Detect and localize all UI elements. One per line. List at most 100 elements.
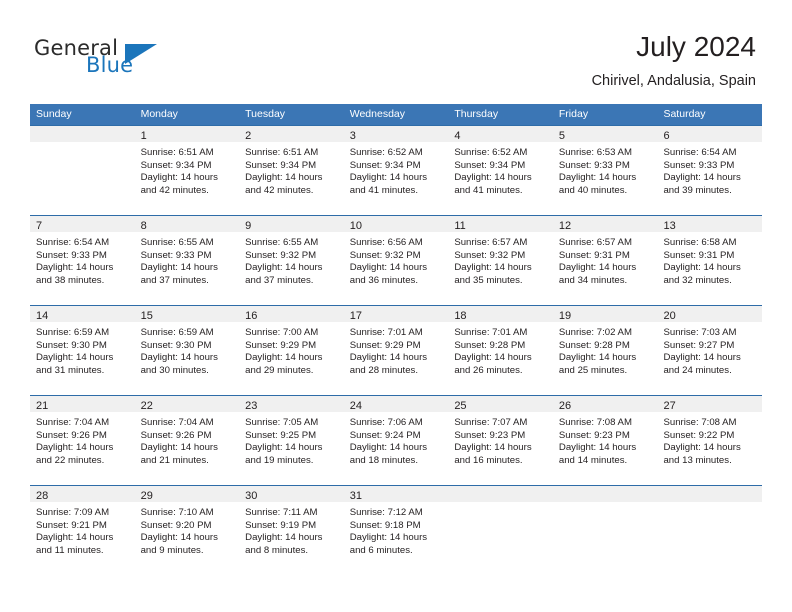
day-cell[interactable]: 14 Sunrise: 6:59 AM Sunset: 9:30 PM Dayl… <box>30 306 135 395</box>
day-number-band: 8 <box>134 216 240 232</box>
daylight-line-2: and 26 minutes. <box>454 364 523 376</box>
sunset-line: Sunset: 9:34 PM <box>349 159 421 171</box>
day-info: Sunrise: 7:02 AM Sunset: 9:28 PM Dayligh… <box>553 322 658 377</box>
day-cell[interactable]: 1 Sunrise: 6:51 AM Sunset: 9:34 PM Dayli… <box>134 126 240 215</box>
day-number-band: 9 <box>239 216 344 232</box>
day-cell[interactable]: 25 Sunrise: 7:07 AM Sunset: 9:23 PM Dayl… <box>448 396 553 485</box>
day-number-band: 22 <box>134 396 240 412</box>
day-number: 13 <box>663 220 676 232</box>
day-number-band: 21 <box>30 396 135 412</box>
day-info: Sunrise: 6:54 AM Sunset: 9:33 PM Dayligh… <box>30 232 135 287</box>
day-cell[interactable]: 2 Sunrise: 6:51 AM Sunset: 9:34 PM Dayli… <box>239 126 344 215</box>
day-cell[interactable]: 5 Sunrise: 6:53 AM Sunset: 9:33 PM Dayli… <box>552 126 658 215</box>
day-cell[interactable]: 29 Sunrise: 7:10 AM Sunset: 9:20 PM Dayl… <box>134 486 240 575</box>
day-cell[interactable]: 10 Sunrise: 6:56 AM Sunset: 9:32 PM Dayl… <box>343 216 449 305</box>
sunrise-line: Sunrise: 7:01 AM <box>349 327 423 338</box>
day-cell[interactable]: 26 Sunrise: 7:08 AM Sunset: 9:23 PM Dayl… <box>552 396 658 485</box>
day-cell[interactable]: 20 Sunrise: 7:03 AM Sunset: 9:27 PM Dayl… <box>657 306 763 395</box>
sunrise-line: Sunrise: 6:51 AM <box>140 147 214 158</box>
day-number: 28 <box>36 490 49 502</box>
sunrise-line: Sunrise: 6:52 AM <box>454 147 528 158</box>
day-cell[interactable]: 24 Sunrise: 7:06 AM Sunset: 9:24 PM Dayl… <box>343 396 449 485</box>
daylight-line-1: Daylight: 14 hours <box>245 262 323 274</box>
day-info: Sunrise: 7:00 AM Sunset: 9:29 PM Dayligh… <box>239 322 344 377</box>
daylight-line-1: Daylight: 14 hours <box>245 532 323 544</box>
day-cell[interactable]: 12 Sunrise: 6:57 AM Sunset: 9:31 PM Dayl… <box>552 216 658 305</box>
day-info: Sunrise: 6:58 AM Sunset: 9:31 PM Dayligh… <box>657 232 762 287</box>
daylight-line-1: Daylight: 14 hours <box>245 172 323 184</box>
day-cell[interactable] <box>448 486 553 575</box>
day-number: 16 <box>245 310 258 322</box>
daylight-line-1: Daylight: 14 hours <box>140 352 218 364</box>
day-info: Sunrise: 6:59 AM Sunset: 9:30 PM Dayligh… <box>30 322 135 377</box>
daylight-line-2: and 32 minutes. <box>663 274 732 286</box>
day-cell[interactable] <box>30 126 135 215</box>
day-cell[interactable]: 21 Sunrise: 7:04 AM Sunset: 9:26 PM Dayl… <box>30 396 135 485</box>
day-cell[interactable]: 3 Sunrise: 6:52 AM Sunset: 9:34 PM Dayli… <box>343 126 449 215</box>
day-info: Sunrise: 7:08 AM Sunset: 9:23 PM Dayligh… <box>553 412 658 467</box>
sunset-line: Sunset: 9:19 PM <box>245 519 317 531</box>
day-info: Sunrise: 7:06 AM Sunset: 9:24 PM Dayligh… <box>344 412 449 467</box>
day-cell[interactable]: 13 Sunrise: 6:58 AM Sunset: 9:31 PM Dayl… <box>657 216 763 305</box>
day-number-band: 27 <box>657 396 763 412</box>
weekday-header-wednesday: Wednesday <box>349 108 405 120</box>
day-cell[interactable]: 30 Sunrise: 7:11 AM Sunset: 9:19 PM Dayl… <box>239 486 344 575</box>
weekday-header-friday: Friday <box>558 108 589 120</box>
sunrise-line: Sunrise: 6:57 AM <box>454 237 528 248</box>
sunset-line: Sunset: 9:25 PM <box>245 429 317 441</box>
day-number-band: 1 <box>134 126 240 142</box>
day-number: 11 <box>454 220 466 232</box>
day-number-band <box>30 126 135 142</box>
day-number-band <box>657 486 763 502</box>
sunrise-line: Sunrise: 6:53 AM <box>558 147 632 158</box>
day-number-band: 4 <box>448 126 553 142</box>
day-info: Sunrise: 6:55 AM Sunset: 9:32 PM Dayligh… <box>239 232 344 287</box>
weekday-header-saturday: Saturday <box>663 108 706 120</box>
daylight-line-2: and 30 minutes. <box>140 364 209 376</box>
daylight-line-2: and 34 minutes. <box>558 274 628 286</box>
day-cell[interactable]: 17 Sunrise: 7:01 AM Sunset: 9:29 PM Dayl… <box>343 306 449 395</box>
day-cell[interactable]: 4 Sunrise: 6:52 AM Sunset: 9:34 PM Dayli… <box>448 126 553 215</box>
weekday-header-tuesday: Tuesday <box>245 108 286 120</box>
day-info <box>657 502 762 507</box>
day-cell[interactable]: 9 Sunrise: 6:55 AM Sunset: 9:32 PM Dayli… <box>239 216 344 305</box>
day-cell[interactable]: 23 Sunrise: 7:05 AM Sunset: 9:25 PM Dayl… <box>239 396 344 485</box>
sunset-line: Sunset: 9:30 PM <box>140 339 212 351</box>
daylight-line-1: Daylight: 14 hours <box>454 442 532 454</box>
day-info: Sunrise: 7:08 AM Sunset: 9:22 PM Dayligh… <box>657 412 762 467</box>
day-cell[interactable]: 28 Sunrise: 7:09 AM Sunset: 9:21 PM Dayl… <box>30 486 135 575</box>
day-info: Sunrise: 7:11 AM Sunset: 9:19 PM Dayligh… <box>239 502 344 557</box>
day-cell[interactable]: 8 Sunrise: 6:55 AM Sunset: 9:33 PM Dayli… <box>134 216 240 305</box>
day-cell[interactable]: 16 Sunrise: 7:00 AM Sunset: 9:29 PM Dayl… <box>239 306 344 395</box>
day-cell[interactable]: 11 Sunrise: 6:57 AM Sunset: 9:32 PM Dayl… <box>448 216 553 305</box>
day-cell[interactable]: 27 Sunrise: 7:08 AM Sunset: 9:22 PM Dayl… <box>657 396 763 485</box>
day-number: 7 <box>36 220 43 232</box>
day-cell[interactable]: 19 Sunrise: 7:02 AM Sunset: 9:28 PM Dayl… <box>552 306 658 395</box>
day-number-band: 24 <box>343 396 449 412</box>
day-cell[interactable] <box>657 486 763 575</box>
daylight-line-2: and 22 minutes. <box>36 454 105 466</box>
day-cell[interactable]: 15 Sunrise: 6:59 AM Sunset: 9:30 PM Dayl… <box>134 306 240 395</box>
sunrise-line: Sunrise: 7:11 AM <box>245 507 318 518</box>
sunset-line: Sunset: 9:33 PM <box>558 159 630 171</box>
day-cell[interactable]: 18 Sunrise: 7:01 AM Sunset: 9:28 PM Dayl… <box>448 306 553 395</box>
day-number-band: 15 <box>134 306 240 322</box>
day-number-band: 26 <box>552 396 658 412</box>
calendar-week-row: 21 Sunrise: 7:04 AM Sunset: 9:26 PM Dayl… <box>30 395 763 485</box>
day-cell[interactable]: 6 Sunrise: 6:54 AM Sunset: 9:33 PM Dayli… <box>657 126 763 215</box>
daylight-line-1: Daylight: 14 hours <box>140 262 218 274</box>
page-header: General Blue July 2024 Chirivel, Andalus… <box>0 0 792 96</box>
daylight-line-1: Daylight: 14 hours <box>349 442 428 454</box>
sunset-line: Sunset: 9:34 PM <box>140 159 212 171</box>
day-cell[interactable]: 22 Sunrise: 7:04 AM Sunset: 9:26 PM Dayl… <box>134 396 240 485</box>
day-cell[interactable]: 7 Sunrise: 6:54 AM Sunset: 9:33 PM Dayli… <box>30 216 135 305</box>
day-info: Sunrise: 6:52 AM Sunset: 9:34 PM Dayligh… <box>344 142 449 197</box>
daylight-line-2: and 35 minutes. <box>454 274 523 286</box>
daylight-line-2: and 31 minutes. <box>36 364 105 376</box>
day-cell[interactable]: 31 Sunrise: 7:12 AM Sunset: 9:18 PM Dayl… <box>343 486 449 575</box>
general-blue-logo[interactable]: General Blue <box>34 36 234 86</box>
sunrise-line: Sunrise: 6:55 AM <box>245 237 319 248</box>
day-info: Sunrise: 6:51 AM Sunset: 9:34 PM Dayligh… <box>135 142 240 197</box>
day-cell[interactable] <box>552 486 658 575</box>
weekday-header-row: Sunday Monday Tuesday Wednesday Thursday… <box>30 104 762 125</box>
